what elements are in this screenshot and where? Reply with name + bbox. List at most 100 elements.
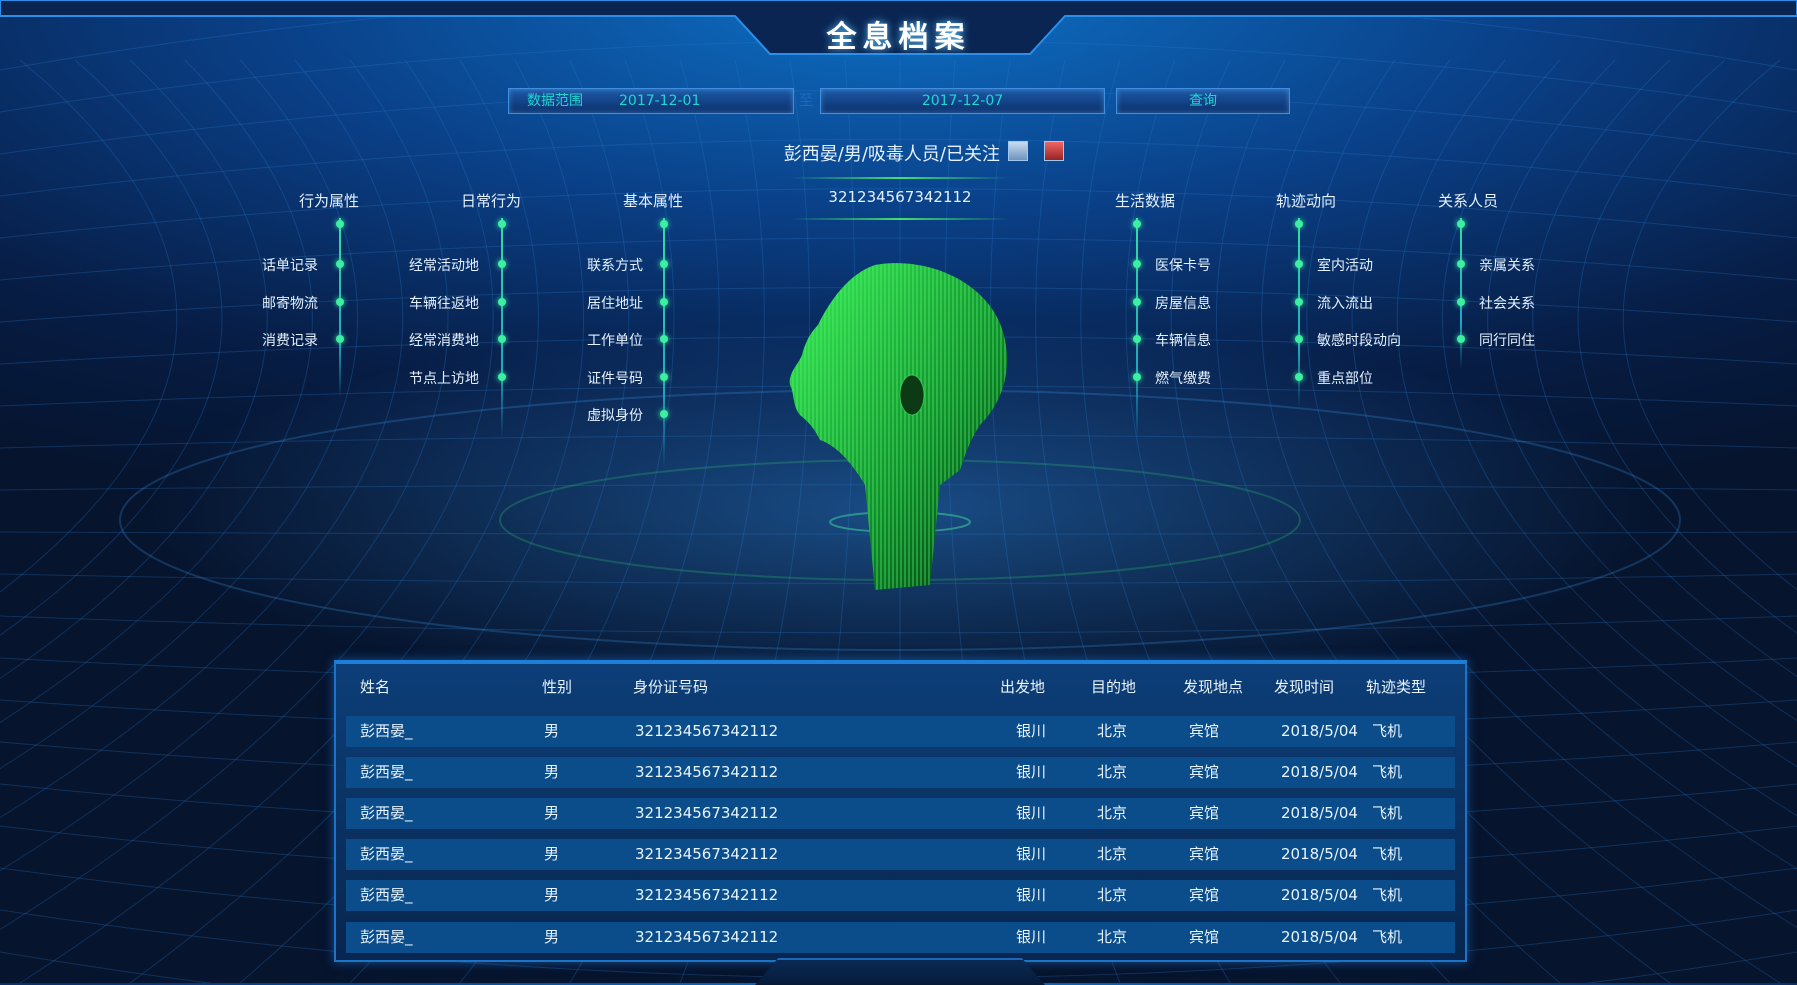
timeline-node	[1133, 298, 1141, 306]
table-row[interactable]: 彭西晏_ 男 321234567342112 银川 北京 宾馆 2018/5/04 飞机	[346, 798, 1455, 829]
category-title-basic: 基本属性	[622, 192, 683, 210]
trajectory-table: 姓名 性别 身份证号码 出发地 目的地 发现地点 发现时间 轨迹类型 彭西晏_ 男…	[334, 660, 1467, 962]
item-virtual-identity[interactable]: 虚拟身份	[587, 405, 643, 425]
date-range-start-field[interactable]: 数据范围 2017-12-01	[508, 88, 794, 114]
timeline-node	[660, 335, 668, 343]
header-id: 身份证号码	[633, 678, 709, 696]
cell-gender: 男	[544, 928, 560, 946]
item-id-number[interactable]: 证件号码	[587, 368, 643, 388]
divider-top	[790, 177, 1010, 179]
category-title-relations: 关系人员	[1437, 192, 1498, 210]
cell-location: 宾馆	[1189, 886, 1220, 904]
header-location: 发现地点	[1183, 678, 1244, 696]
timeline-node	[336, 298, 344, 306]
cell-type: 飞机	[1372, 845, 1403, 863]
cell-location: 宾馆	[1189, 763, 1220, 781]
cell-gender: 男	[544, 722, 560, 740]
cell-name: 彭西晏_	[360, 804, 413, 822]
category-title-behavior: 行为属性	[298, 192, 359, 210]
item-address[interactable]: 居住地址	[587, 293, 643, 313]
timeline-node	[1457, 220, 1465, 228]
cell-id: 321234567342112	[635, 928, 779, 946]
timeline-node	[1457, 298, 1465, 306]
user-avatar-icon[interactable]	[1044, 141, 1064, 161]
header-destination: 目的地	[1091, 678, 1137, 696]
timeline-node	[498, 335, 506, 343]
cell-destination: 北京	[1097, 886, 1128, 904]
grid-line	[0, 615, 1797, 634]
header-time: 发现时间	[1274, 678, 1335, 696]
timeline-node	[660, 220, 668, 228]
timeline-basic	[663, 218, 665, 468]
cell-time: 2018/5/04	[1281, 886, 1358, 904]
start-date-value: 2017-12-01	[619, 93, 701, 109]
item-frequent-places[interactable]: 经常活动地	[409, 255, 479, 275]
bottom-frame	[755, 958, 1045, 985]
item-companions[interactable]: 同行同住	[1479, 330, 1535, 350]
user-photo-icon[interactable]	[1008, 141, 1028, 161]
timeline-node	[498, 298, 506, 306]
cell-departure: 银川	[1016, 763, 1047, 781]
query-button[interactable]: 查询	[1116, 88, 1290, 114]
grid-line	[1577, 59, 1797, 634]
cell-gender: 男	[544, 845, 560, 863]
item-contact[interactable]: 联系方式	[587, 255, 643, 275]
item-vehicle-routes[interactable]: 车辆往返地	[409, 293, 479, 313]
cell-departure: 银川	[1016, 804, 1047, 822]
item-indoor-activity[interactable]: 室内活动	[1317, 255, 1373, 275]
cell-type: 飞机	[1372, 804, 1403, 822]
cell-type: 飞机	[1372, 928, 1403, 946]
item-employer[interactable]: 工作单位	[587, 330, 643, 350]
item-petition-sites[interactable]: 节点上访地	[409, 368, 479, 388]
date-range-label: 数据范围	[527, 93, 583, 109]
item-call-records[interactable]: 话单记录	[262, 255, 318, 275]
timeline-node	[1295, 373, 1303, 381]
timeline-node	[1295, 335, 1303, 343]
header: 全息档案	[0, 0, 1797, 60]
cell-destination: 北京	[1097, 763, 1128, 781]
category-title-daily: 日常行为	[460, 192, 521, 210]
item-mail-logistics[interactable]: 邮寄物流	[262, 293, 318, 313]
cell-departure: 银川	[1016, 928, 1047, 946]
table-row[interactable]: 彭西晏_ 男 321234567342112 银川 北京 宾馆 2018/5/04 飞机	[346, 922, 1455, 953]
grid-line	[1487, 59, 1797, 722]
item-key-locations[interactable]: 重点部位	[1317, 368, 1373, 388]
cell-id: 321234567342112	[635, 886, 779, 904]
timeline-node	[1295, 220, 1303, 228]
table-row[interactable]: 彭西晏_ 男 321234567342112 银川 北京 宾馆 2018/5/04 飞机	[346, 716, 1455, 747]
item-sensitive-period[interactable]: 敏感时段动向	[1317, 330, 1401, 350]
cell-location: 宾馆	[1189, 845, 1220, 863]
timeline-node	[336, 260, 344, 268]
cell-departure: 银川	[1016, 886, 1047, 904]
timeline-node	[1295, 260, 1303, 268]
cell-type: 飞机	[1372, 763, 1403, 781]
item-insurance-card[interactable]: 医保卡号	[1155, 255, 1211, 275]
item-gas-payment[interactable]: 燃气缴费	[1155, 368, 1211, 388]
item-vehicle-info[interactable]: 车辆信息	[1155, 330, 1211, 350]
item-family[interactable]: 亲属关系	[1479, 255, 1535, 275]
date-range-end-field[interactable]: 2017-12-07	[820, 88, 1105, 114]
item-inflow-outflow[interactable]: 流入流出	[1317, 293, 1373, 313]
cell-name: 彭西晏_	[360, 845, 413, 863]
cell-id: 321234567342112	[635, 722, 779, 740]
item-social[interactable]: 社会关系	[1479, 293, 1535, 313]
cell-time: 2018/5/04	[1281, 722, 1358, 740]
cell-destination: 北京	[1097, 928, 1128, 946]
cell-destination: 北京	[1097, 722, 1128, 740]
table-row[interactable]: 彭西晏_ 男 321234567342112 银川 北京 宾馆 2018/5/04 飞机	[346, 757, 1455, 788]
cell-location: 宾馆	[1189, 928, 1220, 946]
cell-name: 彭西晏_	[360, 722, 413, 740]
grid-line	[0, 59, 223, 636]
item-consumption-records[interactable]: 消费记录	[262, 330, 318, 350]
item-frequent-spending[interactable]: 经常消费地	[409, 330, 479, 350]
table-row[interactable]: 彭西晏_ 男 321234567342112 银川 北京 宾馆 2018/5/04 飞机	[346, 880, 1455, 911]
hologram-head-image	[789, 263, 1008, 590]
table-row[interactable]: 彭西晏_ 男 321234567342112 银川 北京 宾馆 2018/5/04 飞机	[346, 839, 1455, 870]
timeline-life	[1136, 218, 1138, 438]
timeline-node	[1133, 220, 1141, 228]
timeline-node	[660, 410, 668, 418]
grid-line	[0, 59, 178, 593]
cell-departure: 银川	[1016, 722, 1047, 740]
category-title-life: 生活数据	[1114, 192, 1175, 210]
item-housing[interactable]: 房屋信息	[1155, 293, 1211, 313]
